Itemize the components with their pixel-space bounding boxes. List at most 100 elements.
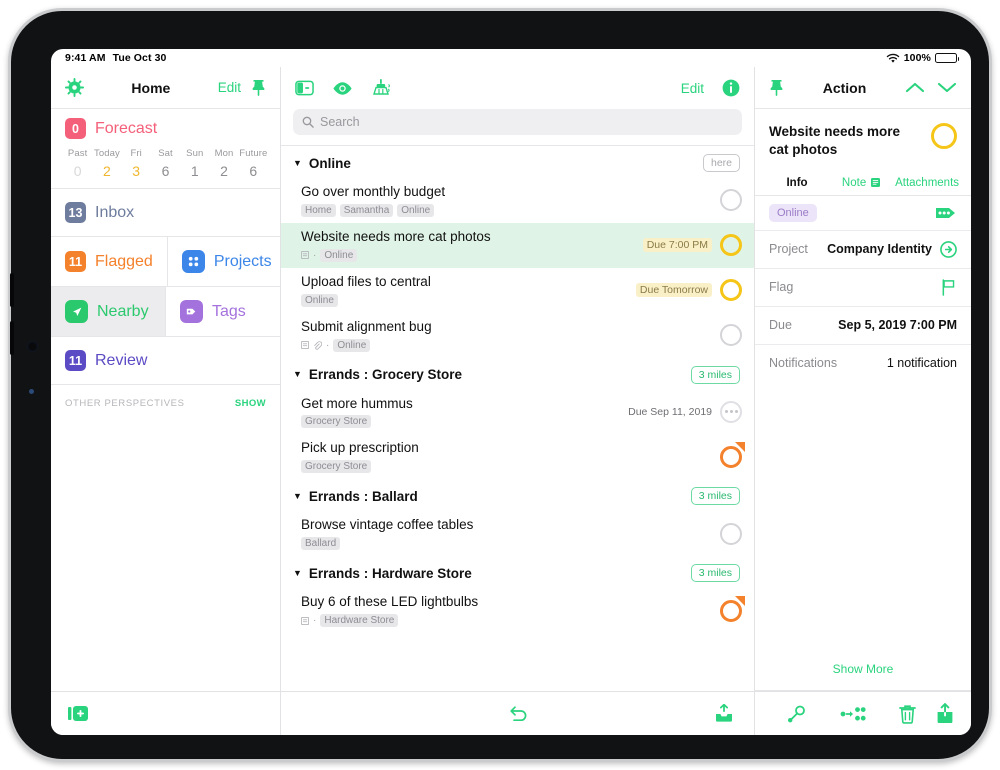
- forecast-day-today[interactable]: Today 2: [92, 148, 121, 179]
- inspector-row-notifications[interactable]: Notifications 1 notification: [755, 343, 971, 382]
- sidebar-item-label: Nearby: [97, 302, 149, 320]
- task-right: [712, 522, 742, 545]
- disclosure-triangle-icon[interactable]: ▼: [293, 491, 302, 501]
- disclosure-triangle-icon[interactable]: ▼: [293, 158, 302, 168]
- task-tag-chip[interactable]: Online: [301, 293, 338, 307]
- volume-down-button[interactable]: [10, 321, 14, 355]
- task-row[interactable]: Website needs more cat photos · Online Due …: [281, 222, 754, 268]
- group-header[interactable]: ▼ Errands : Hardware Store 3 miles: [281, 556, 754, 588]
- task-tag-chip[interactable]: Ballard: [301, 537, 341, 551]
- task-row[interactable]: Get more hummus Grocery Store Due Sep 11, …: [281, 390, 754, 435]
- status-circle-due[interactable]: [720, 234, 742, 257]
- disclosure-triangle-icon[interactable]: ▼: [293, 568, 302, 578]
- project-assign-icon[interactable]: [826, 705, 881, 723]
- tab-info[interactable]: Info: [765, 170, 830, 195]
- status-circle-flagged[interactable]: [720, 441, 745, 468]
- task-title: Go over monthly budget: [301, 184, 446, 199]
- search-input[interactable]: Search: [293, 109, 742, 135]
- task-title: Website needs more cat photos: [301, 228, 491, 244]
- task-main: Buy 6 of these LED lightbulbs · Hardware S…: [301, 594, 712, 627]
- forecast-day-sat[interactable]: Sat 6: [151, 148, 180, 179]
- pin-icon[interactable]: [251, 79, 266, 96]
- task-tag-chip[interactable]: Samantha: [339, 203, 394, 217]
- inspector-row-due[interactable]: Due Sep 5, 2019 7:00 PM: [755, 305, 971, 344]
- inspector-row-key: Project: [769, 242, 808, 257]
- content-edit-button[interactable]: Edit: [681, 81, 704, 96]
- forecast-day-mon[interactable]: Mon 2: [209, 148, 238, 179]
- inbox-add-icon[interactable]: [714, 704, 734, 723]
- group-badge: 3 miles: [690, 564, 740, 583]
- undo-icon[interactable]: [506, 705, 530, 723]
- show-more-button[interactable]: Show More: [833, 662, 894, 676]
- other-perspectives-row: OTHER PERSPECTIVES SHOW: [51, 385, 280, 422]
- info-icon[interactable]: [722, 79, 740, 97]
- task-row[interactable]: Go over monthly budget Home Samantha Online: [281, 178, 754, 223]
- task-tag-chip[interactable]: Online: [333, 338, 371, 352]
- task-tag-chip[interactable]: Online: [320, 248, 358, 262]
- broom-icon[interactable]: [371, 79, 391, 97]
- forecast-day-past[interactable]: Past 0: [63, 148, 92, 179]
- tab-note[interactable]: Note: [829, 171, 893, 195]
- task-tag-chip[interactable]: Home: [301, 203, 336, 217]
- sidebar-toggle-icon[interactable]: [295, 80, 314, 96]
- group-header[interactable]: ▼ Errands : Grocery Store 3 miles: [281, 358, 754, 390]
- inspector-tag-chip[interactable]: Online: [769, 203, 817, 222]
- sidebar-item-projects[interactable]: Projects: [166, 237, 286, 286]
- status-circle-due[interactable]: [720, 279, 742, 302]
- sidebar-item-tags[interactable]: Tags: [165, 287, 280, 336]
- task-row[interactable]: Pick up prescription Grocery Store: [281, 434, 754, 479]
- new-inbox-item-icon[interactable]: [67, 704, 89, 723]
- tag-assign-icon[interactable]: [771, 705, 826, 723]
- task-tag-chip[interactable]: Online: [397, 203, 435, 217]
- volume-up-button[interactable]: [10, 273, 14, 307]
- group-header[interactable]: ▼ Errands : Ballard 3 miles: [281, 479, 754, 511]
- pin-icon[interactable]: [769, 79, 784, 96]
- task-row[interactable]: Browse vintage coffee tables Ballard: [281, 511, 754, 556]
- tab-attachments[interactable]: Attachments: [893, 171, 961, 195]
- note-icon: [301, 251, 309, 260]
- task-tag-chip[interactable]: Grocery Store: [301, 415, 372, 429]
- inspector-row-flag[interactable]: Flag: [755, 267, 971, 306]
- forecast-day-fri[interactable]: Fri 3: [122, 148, 151, 179]
- sidebar-item-flagged[interactable]: 11 Flagged: [51, 237, 167, 286]
- chevron-down-icon[interactable]: [937, 81, 957, 94]
- task-tag-chip[interactable]: Grocery Store: [301, 460, 372, 474]
- status-circle-flagged[interactable]: [720, 595, 745, 622]
- sidebar-item-nearby[interactable]: Nearby: [51, 287, 165, 336]
- sidebar-edit-button[interactable]: Edit: [218, 80, 241, 95]
- inspector-tabs: Info Note Attachments: [755, 170, 971, 195]
- other-perspectives-show-button[interactable]: SHOW: [235, 398, 266, 409]
- task-main: Website needs more cat photos · Online: [301, 229, 635, 262]
- status-circle-open[interactable]: [720, 324, 742, 347]
- forecast-day-future[interactable]: Future 6: [239, 148, 268, 179]
- sidebar-item-review[interactable]: 11 Review: [51, 337, 280, 384]
- status-circle-repeating[interactable]: [720, 400, 742, 423]
- status-circle-open[interactable]: [720, 522, 742, 545]
- forecast-row[interactable]: 0 Forecast: [51, 109, 280, 148]
- sidebar-item-inbox[interactable]: 13 Inbox: [51, 189, 280, 236]
- sidebar-item-forecast[interactable]: 0 Forecast Past 0 Today 2 Fri 3 Sat 6 Sun 1 Mon 2 Fu…: [51, 109, 280, 189]
- forecast-strip[interactable]: Past 0 Today 2 Fri 3 Sat 6 Sun 1 Mon 2 Future 6: [51, 148, 280, 188]
- group-title: Errands : Hardware Store: [308, 565, 472, 581]
- sidebar-item-label: Tags: [212, 302, 246, 320]
- disclosure-triangle-icon[interactable]: ▼: [293, 370, 302, 379]
- task-right: Due Tomorrow: [628, 279, 742, 302]
- trash-icon[interactable]: [880, 704, 935, 724]
- arrow-right-circle-icon[interactable]: [940, 241, 957, 258]
- task-row[interactable]: Buy 6 of these LED lightbulbs · Hardware S…: [281, 588, 754, 633]
- gear-icon[interactable]: [65, 78, 84, 97]
- group-header[interactable]: ▼ Online here: [281, 146, 754, 178]
- flag-outline-icon[interactable]: [941, 279, 957, 296]
- forecast-day-sun[interactable]: Sun 1: [180, 148, 209, 179]
- task-tag-chip[interactable]: Hardware Store: [320, 614, 399, 627]
- task-row[interactable]: Submit alignment bug · Online: [281, 313, 754, 358]
- tag-edit-icon[interactable]: [935, 206, 957, 220]
- task-row[interactable]: Upload files to central Online Due Tomorro…: [281, 268, 754, 313]
- inspector-status-circle[interactable]: [931, 123, 957, 149]
- status-circle-open[interactable]: [720, 189, 742, 212]
- task-list[interactable]: ▼ Online here Go over monthly budget Home Sam…: [281, 145, 754, 691]
- inspector-row-project[interactable]: Project Company Identity: [755, 229, 971, 268]
- eye-icon[interactable]: [332, 81, 353, 96]
- share-icon[interactable]: [935, 703, 955, 724]
- chevron-up-icon[interactable]: [905, 81, 925, 94]
